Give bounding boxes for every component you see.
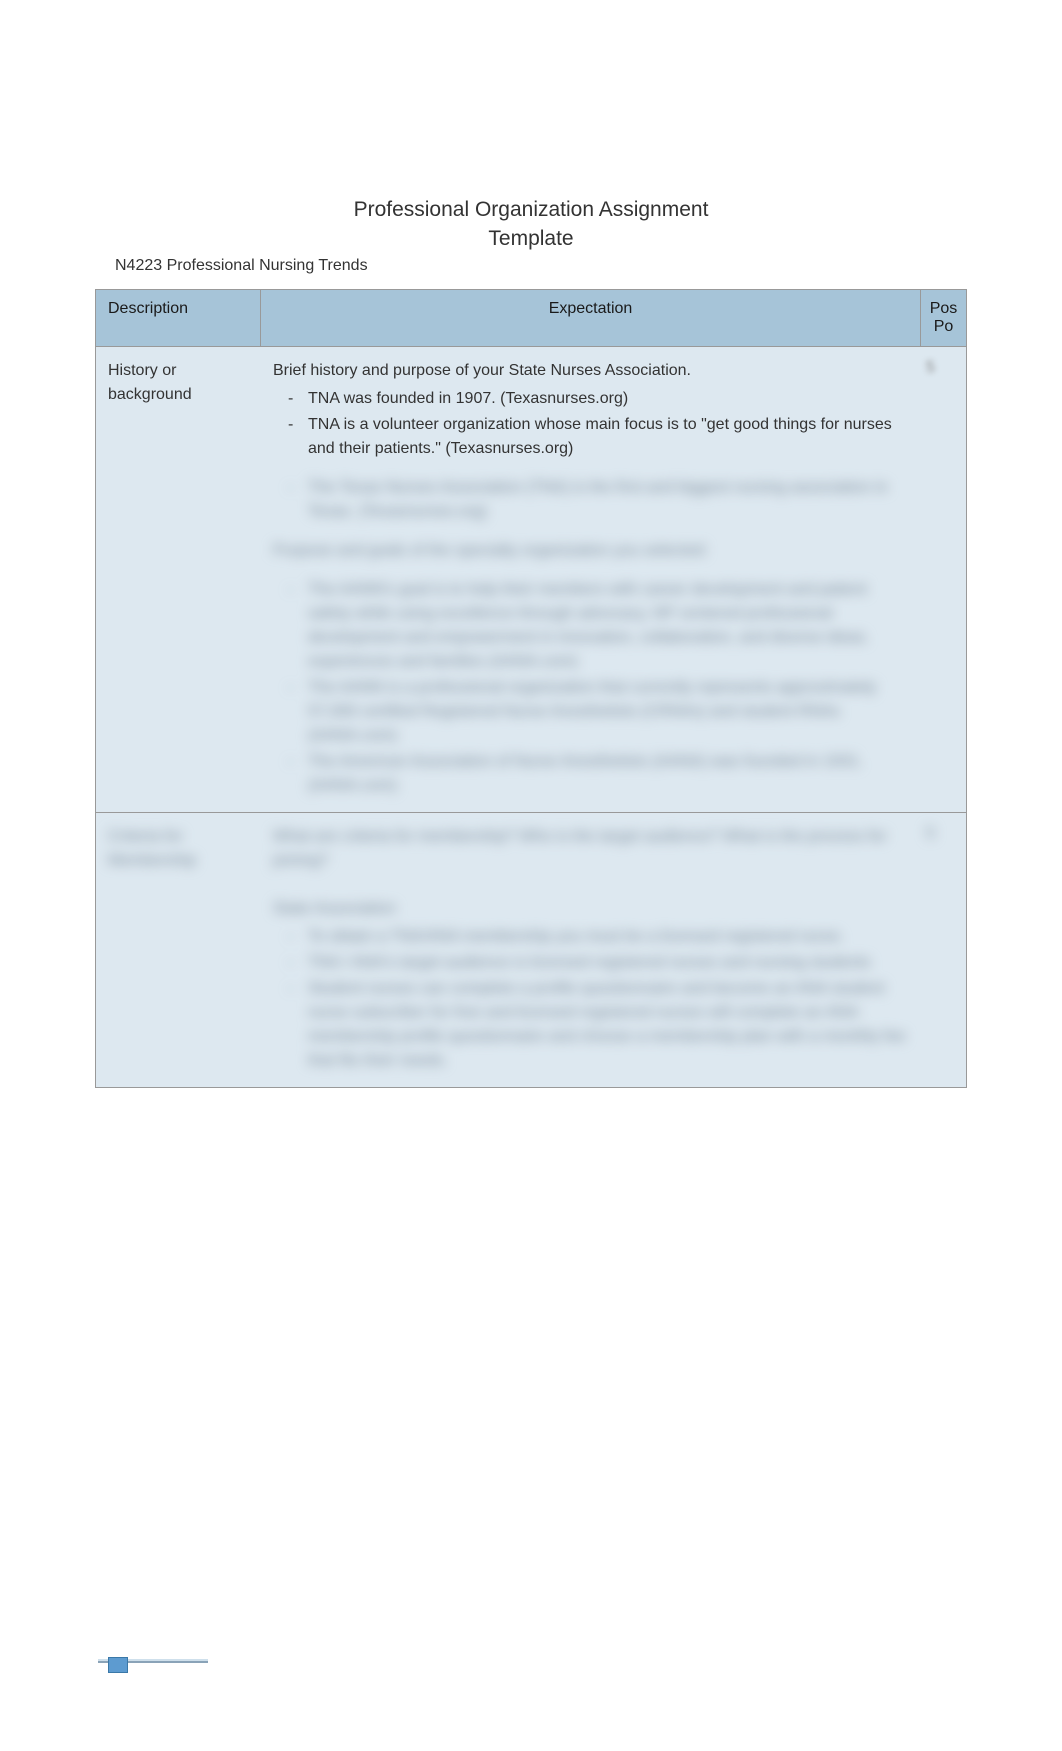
list-item: Student nurses can complete a profile qu… [308,977,909,1073]
blurred-bullets: The Texas Nurses Association (TNA) is th… [273,476,909,524]
title-line-1: Professional Organization Assignment [354,198,709,221]
list-item: TNA / ANA's target audience is licensed … [308,951,909,975]
list-item: The AANN is a professional organization … [308,676,909,748]
row2-expectation-head: What are criteria for membership? Who is… [273,825,909,873]
row2-points: 5 [921,813,966,1087]
row1-points: 5 [921,347,966,812]
table-header-row: Description Expectation Pos Po [96,290,966,347]
page-tab-icon [108,1657,128,1673]
assignment-table: Description Expectation Pos Po History o… [95,289,967,1088]
column-header-points: Pos Po [921,290,966,346]
row1-description: History or background [96,347,261,812]
list-item: The American Association of Nurse Anesth… [308,750,909,798]
row2-list: To obtain a TNA/ANA membership you must … [273,925,909,1073]
title-line-2: Template [488,227,573,250]
row1-expectation: Brief history and purpose of your State … [261,347,921,812]
column-header-expectation: Expectation [261,290,921,346]
row2-expectation: What are criteria for membership? Who is… [261,813,921,1087]
course-header: N4223 Professional Nursing Trends [115,257,368,275]
table-row: Criteria for Membership What are criteri… [96,812,966,1087]
list-item: TNA is a volunteer organization whose ma… [308,413,909,461]
column-header-description: Description [96,290,261,346]
points-header-line1: Pos [926,300,961,318]
desc-line1: History or [108,359,249,383]
desc-line2: background [108,383,249,407]
expectation-bullets: TNA was founded in 1907. (Texasnurses.or… [273,387,909,461]
expectation-intro: Brief history and purpose of your State … [273,359,909,383]
table-row: History or background Brief history and … [96,347,966,812]
points-header-line2: Po [926,318,961,336]
list-item: The Texas Nurses Association (TNA) is th… [308,476,909,524]
list-item: TNA was founded in 1907. (Texasnurses.or… [308,387,909,411]
document-title: Professional Organization Assignment Tem… [0,195,1062,254]
blurred-section-head: Purpose and goals of the specialty organ… [273,539,909,563]
blurred-section-list: The AANN's goal is to help their members… [273,578,909,798]
row2-description: Criteria for Membership [96,813,261,1087]
list-item: To obtain a TNA/ANA membership you must … [308,925,909,949]
list-item: The AANN's goal is to help their members… [308,578,909,674]
row2-subhead: State Association [273,897,909,921]
